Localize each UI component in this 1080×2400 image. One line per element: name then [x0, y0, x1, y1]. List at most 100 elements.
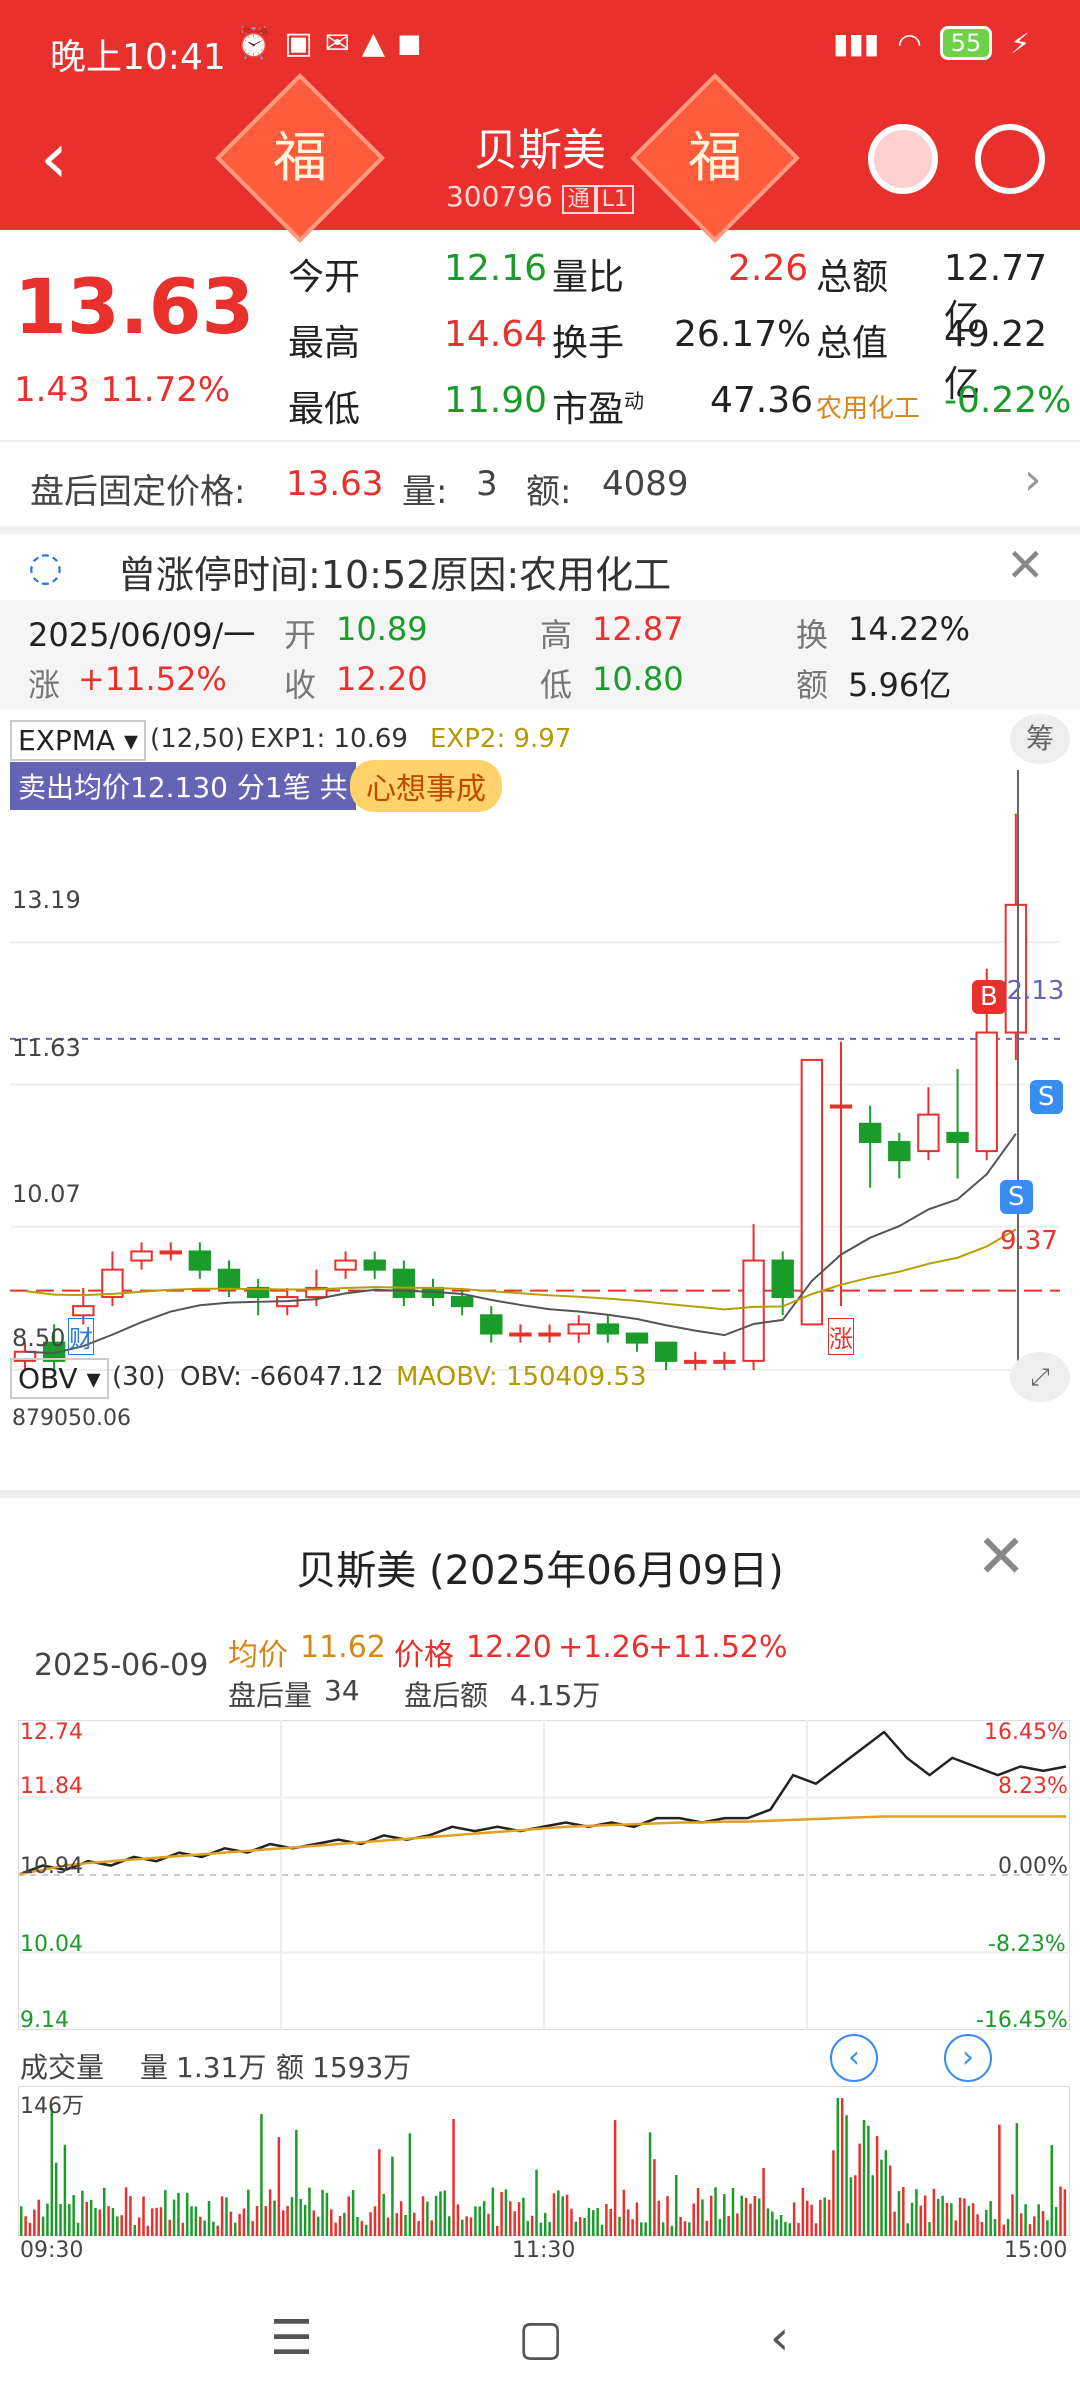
volume-bar [482, 2201, 486, 2236]
volume-bar [181, 2222, 185, 2236]
assistant-icon[interactable] [868, 124, 938, 194]
volume-bar [731, 2188, 735, 2236]
volume-bar [950, 2203, 953, 2236]
search-icon[interactable] [975, 124, 1045, 194]
value-high: 14.64 [444, 314, 548, 355]
wifi-icon: ◠ [897, 26, 922, 60]
sell-marker-2[interactable]: S [1000, 1180, 1033, 1214]
expand-icon[interactable]: ⤢ [1010, 1352, 1070, 1402]
volume-bar [199, 2216, 202, 2236]
volume-bar [233, 2222, 237, 2236]
volume-bar [242, 2208, 246, 2236]
volume-bar [583, 2217, 586, 2236]
volume-bar [548, 2221, 551, 2236]
volume-bar [37, 2199, 40, 2236]
volume-bar [443, 2190, 447, 2236]
indicator-selector[interactable]: EXPMA ▾ [10, 720, 147, 761]
volume-bar [535, 2169, 538, 2236]
volume-bar [334, 2222, 337, 2236]
volume-bar [888, 2165, 892, 2236]
volume-bar [867, 2125, 870, 2236]
sector-name[interactable]: 农用化工 [816, 388, 920, 425]
volume-bar [544, 2212, 547, 2236]
exp2-line [24, 1228, 1017, 1311]
exp1-line [24, 1133, 1017, 1355]
volume-bar [814, 2223, 818, 2236]
volume-bar [797, 2222, 800, 2236]
volume-bar [185, 2192, 189, 2236]
candle-body [917, 1113, 940, 1153]
lightbulb-icon: ◌ [28, 544, 63, 590]
volume-bar [238, 2213, 241, 2236]
volume-bar [1059, 2186, 1062, 2236]
volume-svg [18, 2086, 1070, 2236]
volume-bar [504, 2189, 508, 2236]
volume-bar [81, 2190, 84, 2236]
volume-bar [378, 2149, 381, 2236]
close-icon[interactable]: ✕ [1006, 538, 1045, 592]
volume-bar [657, 2200, 661, 2236]
popup-close-icon[interactable]: ✕ [976, 1522, 1026, 1592]
label-amount: 总额 [816, 257, 889, 298]
next-day-button[interactable]: › [944, 2034, 992, 2082]
volume-bar [430, 2220, 433, 2236]
volume-bar [373, 2206, 377, 2236]
candle-body [567, 1323, 590, 1335]
back-nav-icon[interactable]: ‹ [770, 2310, 789, 2366]
volume-bar [666, 2196, 669, 2236]
volume-bar [338, 2215, 342, 2236]
volume-bar [24, 2216, 27, 2236]
volume-bar [129, 2196, 132, 2236]
after-hours-row[interactable]: 盘后固定价格: 13.63 量: 3 额: 4089 › [0, 442, 1080, 526]
volume-bar [356, 2217, 359, 2236]
volume-bar [229, 2211, 233, 2236]
volume-bar [417, 2221, 420, 2236]
volume-bar [522, 2197, 525, 2236]
app-icon: ▣ [284, 26, 313, 61]
chevron-right-icon: › [1024, 454, 1042, 505]
volume-bar [574, 2221, 578, 2236]
value-pe: 47.36 [710, 380, 814, 421]
volume-bar [1046, 2220, 1049, 2236]
value-low: 11.90 [444, 380, 548, 421]
volume-bar [810, 2204, 813, 2236]
volume-bar [919, 2205, 923, 2236]
volume-bar [434, 2195, 438, 2236]
candle-body [975, 1031, 998, 1153]
volume-bar [63, 2144, 67, 2236]
home-icon[interactable]: ▢ [518, 2310, 563, 2366]
chip-distribution-button[interactable]: 筹 [1010, 714, 1070, 764]
candlestick-svg [10, 770, 1060, 1390]
volume-bar [945, 2202, 949, 2236]
volume-bar [1011, 2194, 1014, 2236]
candle-body [771, 1259, 794, 1299]
candle-body [450, 1296, 474, 1308]
sell-marker-1[interactable]: S [1030, 1080, 1063, 1114]
volume-bar [897, 2191, 901, 2236]
candle-detail-bar: 2025/06/09/一 开 10.89 高 12.87 换 14.22% 涨 … [0, 600, 1080, 710]
volume-bar [893, 2211, 896, 2236]
volume-bar [137, 2217, 141, 2236]
volume-bar [303, 2204, 307, 2236]
volume-bar [661, 2222, 665, 2236]
volume-bar [915, 2189, 918, 2236]
intraday-svg [18, 1720, 1070, 2030]
menu-icon[interactable]: ☰ [270, 2310, 313, 2366]
volume-bar [600, 2224, 604, 2236]
volume-bar [495, 2225, 499, 2236]
volume-bar [142, 2196, 145, 2236]
volume-bar [701, 2199, 704, 2236]
volume-bar [871, 2175, 874, 2236]
volume-bar [41, 2216, 45, 2236]
volume-bar [168, 2219, 171, 2236]
volume-bar [618, 2216, 621, 2236]
obv-selector[interactable]: OBV ▾ [10, 1358, 109, 1399]
label-high: 最高 [288, 323, 361, 364]
volume-bar [308, 2187, 311, 2236]
kline-chart[interactable]: EXPMA ▾ (12,50) EXP1: 10.69 EXP2: 9.97 筹… [0, 710, 1080, 1390]
buy-marker[interactable]: B [972, 980, 1006, 1014]
label-open: 今开 [288, 257, 361, 298]
prev-day-button[interactable]: ‹ [830, 2034, 878, 2082]
candle-body [509, 1332, 532, 1337]
volume-bar [653, 2159, 656, 2236]
